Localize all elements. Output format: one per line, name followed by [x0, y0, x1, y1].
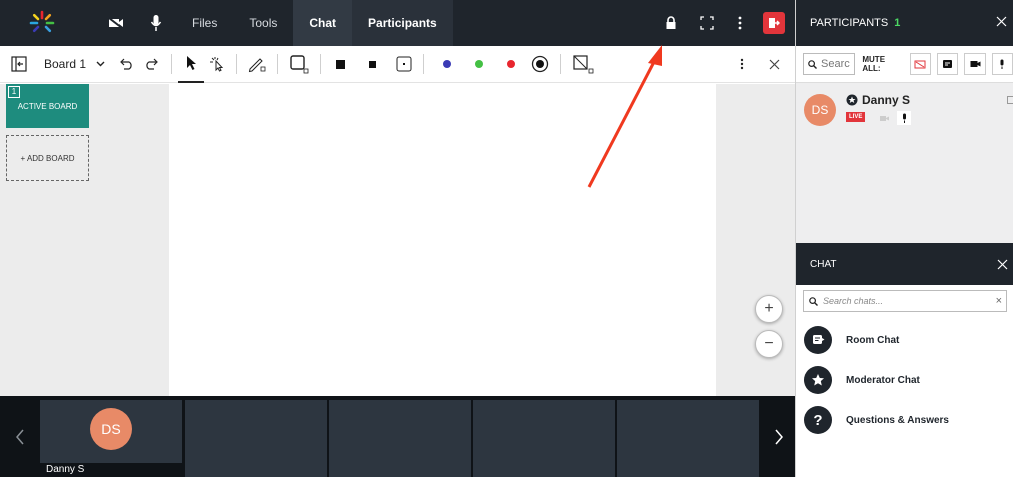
participants-header: PARTICIPANTS 1 — [796, 0, 1013, 46]
mute-all-audio-button[interactable] — [991, 53, 1013, 75]
collapse-sidebar-icon[interactable] — [6, 46, 32, 83]
chat-item-label: Room Chat — [846, 334, 900, 346]
undo-icon[interactable] — [113, 46, 139, 83]
stroke-medium-icon[interactable] — [359, 46, 385, 83]
video-tile[interactable]: DS Danny S — [40, 400, 182, 477]
close-icon[interactable] — [996, 14, 1007, 30]
participant-name: Danny S — [862, 93, 911, 107]
exit-icon — [769, 18, 780, 28]
search-icon — [809, 296, 818, 306]
chat-bubble-icon — [804, 326, 832, 354]
color-blue-icon[interactable] — [434, 46, 460, 83]
nav-chat[interactable]: Chat — [293, 0, 353, 46]
laser-pointer-icon[interactable] — [204, 46, 230, 83]
right-panel: PARTICIPANTS 1 Searc MUTE ALL: DS Danny … — [795, 0, 1013, 477]
mute-all-chat-button[interactable] — [937, 53, 959, 75]
color-black-icon[interactable] — [526, 46, 554, 83]
stroke-large-icon[interactable] — [327, 46, 353, 83]
chevron-right-icon — [774, 429, 783, 444]
video-tile-empty — [329, 400, 471, 477]
chat-item-moderator[interactable]: Moderator Chat — [804, 366, 920, 394]
participant-row[interactable]: DS Danny S LIVE — [796, 90, 1013, 140]
video-strip: DS Danny S — [0, 396, 795, 477]
fill-tool-icon[interactable] — [567, 46, 599, 83]
mute-all-screen-button[interactable] — [909, 53, 932, 75]
stroke-small-icon[interactable] — [391, 46, 417, 83]
clear-icon[interactable]: × — [996, 295, 1002, 307]
pencil-tool-icon[interactable] — [243, 46, 271, 83]
chat-search-placeholder: Search chats... — [823, 296, 884, 306]
question-icon: ? — [804, 406, 832, 434]
nav-files[interactable]: Files — [176, 0, 233, 46]
board-select-label: Board 1 — [44, 57, 87, 71]
chat-title: CHAT — [810, 258, 837, 270]
whiteboard-toolbar: Board 1 — [0, 46, 795, 83]
active-board-label: ACTIVE BOARD — [17, 102, 78, 111]
participant-search-input[interactable]: Searc — [803, 53, 856, 75]
board-select[interactable]: Board 1 — [32, 57, 113, 71]
participant-options-icon[interactable] — [1007, 96, 1013, 104]
tile-name: Danny S — [40, 463, 182, 477]
search-placeholder: Searc — [821, 58, 850, 70]
logo-icon — [29, 10, 55, 33]
chat-header: CHAT — [796, 243, 1013, 285]
chat-item-label: Questions & Answers — [846, 414, 949, 426]
board-number: 1 — [8, 86, 20, 98]
star-icon — [804, 366, 832, 394]
participant-camera-off-icon[interactable] — [879, 112, 890, 126]
shape-tool-icon[interactable] — [284, 46, 314, 83]
boards-panel: 1 ACTIVE BOARD + ADD BOARD — [0, 84, 90, 396]
participants-count: 1 — [894, 17, 901, 29]
video-tile-empty — [185, 400, 327, 477]
search-icon — [808, 59, 817, 69]
participant-microphone-icon[interactable] — [897, 111, 911, 125]
mute-all-label: MUTE ALL: — [862, 55, 886, 73]
video-icon — [970, 61, 980, 67]
chat-search-input[interactable]: Search chats... × — [803, 290, 1007, 312]
video-tile-empty — [617, 400, 759, 477]
nav-tools[interactable]: Tools — [233, 0, 293, 46]
mute-all-video-button[interactable] — [964, 53, 986, 75]
chat-item-qa[interactable]: ? Questions & Answers — [804, 406, 949, 434]
moderator-star-icon — [846, 94, 858, 106]
avatar: DS — [804, 94, 836, 126]
avatar: DS — [90, 408, 132, 450]
video-tile-empty — [473, 400, 615, 477]
fullscreen-icon[interactable] — [689, 0, 725, 46]
camera-off-icon[interactable] — [96, 0, 136, 46]
participants-toolbar: Searc MUTE ALL: — [796, 46, 1013, 83]
zoom-in-button[interactable]: + — [755, 295, 783, 323]
live-badge: LIVE — [846, 112, 866, 122]
chevron-left-icon — [16, 429, 24, 444]
toolbar-close-icon[interactable] — [761, 46, 787, 83]
toolbar-more-icon[interactable] — [729, 46, 755, 83]
chat-list: Search chats... × Room Chat Moderator Ch… — [796, 285, 1013, 477]
lock-icon[interactable] — [653, 0, 689, 46]
more-vertical-icon[interactable] — [725, 0, 755, 46]
whiteboard-area: + − — [90, 84, 795, 396]
active-board-tab[interactable]: 1 ACTIVE BOARD — [6, 84, 89, 128]
color-green-icon[interactable] — [466, 46, 492, 83]
participants-title: PARTICIPANTS — [810, 17, 889, 29]
close-icon[interactable] — [997, 257, 1008, 273]
top-bar: Files Tools Chat Participants — [0, 0, 795, 46]
whiteboard-canvas[interactable] — [169, 84, 716, 396]
select-tool-icon[interactable] — [178, 46, 205, 83]
strip-prev-button[interactable] — [0, 396, 40, 477]
color-red-icon[interactable] — [498, 46, 524, 83]
redo-icon[interactable] — [139, 46, 165, 83]
chat-icon — [943, 59, 953, 68]
nav-participants[interactable]: Participants — [352, 0, 453, 46]
chat-item-label: Moderator Chat — [846, 374, 920, 386]
chevron-down-icon — [96, 61, 105, 67]
chat-item-room[interactable]: Room Chat — [804, 326, 899, 354]
add-board-button[interactable]: + ADD BOARD — [6, 135, 89, 181]
app-logo[interactable] — [0, 0, 84, 46]
microphone-icon — [1000, 59, 1004, 69]
zoom-out-button[interactable]: − — [755, 330, 783, 358]
strip-next-button[interactable] — [762, 396, 795, 477]
exit-button[interactable] — [763, 12, 785, 34]
microphone-icon[interactable] — [136, 0, 176, 46]
screenshare-off-icon — [914, 60, 926, 68]
